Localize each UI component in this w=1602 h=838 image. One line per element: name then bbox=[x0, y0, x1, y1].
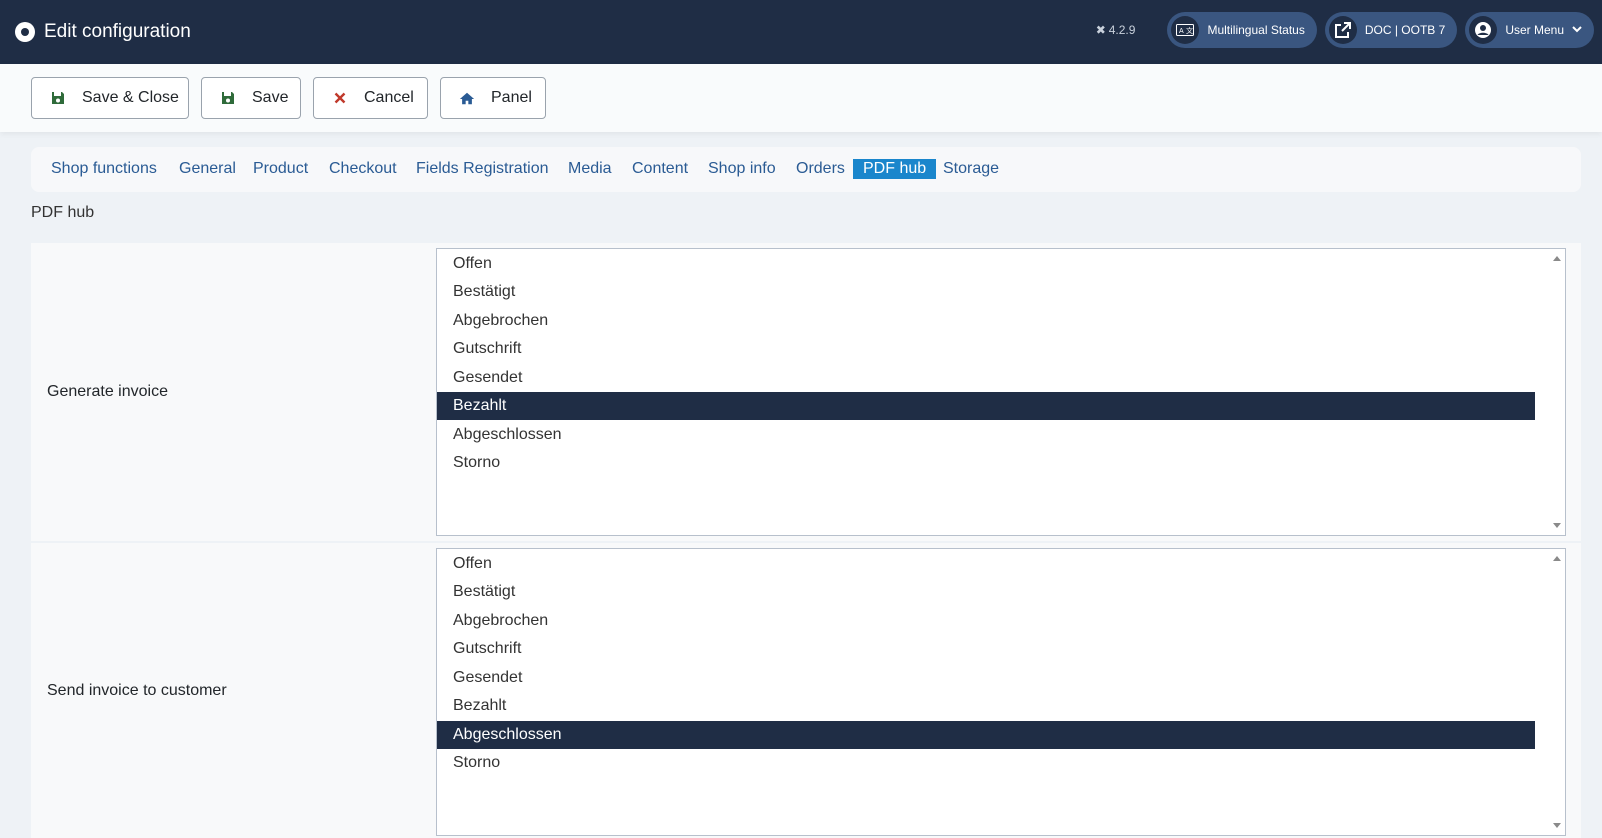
option-gutschrift[interactable]: Gutschrift bbox=[437, 635, 1535, 663]
external-link-icon bbox=[1328, 16, 1357, 44]
option-bestaetigt[interactable]: Bestätigt bbox=[437, 278, 1535, 306]
option-bezahlt[interactable]: Bezahlt bbox=[437, 692, 1535, 720]
listbox-scrollbar[interactable] bbox=[1548, 549, 1565, 835]
option-bestaetigt[interactable]: Bestätigt bbox=[437, 578, 1535, 606]
save-button[interactable]: Save bbox=[201, 77, 301, 119]
tab-general[interactable]: General bbox=[179, 159, 236, 179]
option-offen[interactable]: Offen bbox=[437, 550, 1535, 578]
close-icon bbox=[332, 92, 348, 104]
version-text: 4.2.9 bbox=[1108, 23, 1136, 37]
version-info: ✖ 4.2.9 bbox=[1096, 23, 1136, 37]
option-abgebrochen[interactable]: Abgebrochen bbox=[437, 307, 1535, 335]
option-abgebrochen[interactable]: Abgebrochen bbox=[437, 607, 1535, 635]
option-storno[interactable]: Storno bbox=[437, 449, 1535, 477]
field-label: Generate invoice bbox=[47, 383, 168, 400]
save-label: Save bbox=[252, 89, 289, 106]
save-icon bbox=[220, 91, 236, 105]
tab-checkout[interactable]: Checkout bbox=[329, 159, 397, 179]
tab-fields-registration[interactable]: Fields Registration bbox=[416, 159, 549, 179]
scroll-down-arrow-icon[interactable] bbox=[1553, 823, 1561, 828]
field-label: Send invoice to customer bbox=[47, 682, 227, 699]
app-header: Edit configuration ✖ 4.2.9 A文 Multilingu… bbox=[0, 0, 1602, 64]
tab-shop-info[interactable]: Shop info bbox=[708, 159, 776, 179]
tab-orders[interactable]: Orders bbox=[796, 159, 845, 179]
option-gesendet[interactable]: Gesendet bbox=[437, 664, 1535, 692]
joomla-logo-icon[interactable] bbox=[15, 22, 35, 42]
listbox-scrollbar[interactable] bbox=[1548, 249, 1565, 535]
config-tabs: Shop functions General Product Checkout … bbox=[31, 147, 1581, 192]
scroll-down-arrow-icon[interactable] bbox=[1553, 523, 1561, 528]
option-offen[interactable]: Offen bbox=[437, 250, 1535, 278]
cancel-label: Cancel bbox=[364, 89, 414, 106]
option-gesendet[interactable]: Gesendet bbox=[437, 364, 1535, 392]
doc-site-label: DOC | OOTB 7 bbox=[1364, 23, 1446, 37]
field-row-send-invoice: Send invoice to customer Offen Bestätigt… bbox=[31, 543, 1581, 838]
tab-shop-functions[interactable]: Shop functions bbox=[51, 159, 157, 179]
tab-product[interactable]: Product bbox=[253, 159, 308, 179]
option-bezahlt-selected[interactable]: Bezahlt bbox=[437, 392, 1535, 420]
save-close-button[interactable]: Save & Close bbox=[31, 77, 189, 119]
save-icon bbox=[50, 91, 66, 105]
tab-content[interactable]: Content bbox=[632, 159, 688, 179]
generate-invoice-select[interactable]: Offen Bestätigt Abgebrochen Gutschrift G… bbox=[436, 248, 1566, 536]
multilingual-status-label: Multilingual Status bbox=[1207, 23, 1305, 37]
tab-media[interactable]: Media bbox=[568, 159, 612, 179]
chevron-down-icon bbox=[1572, 24, 1582, 36]
option-abgeschlossen-selected[interactable]: Abgeschlossen bbox=[437, 721, 1535, 749]
tab-pdf-hub[interactable]: PDF hub bbox=[853, 159, 937, 179]
doc-site-button[interactable]: DOC | OOTB 7 bbox=[1324, 12, 1458, 48]
header-actions: ✖ 4.2.9 A文 Multilingual Status DOC | OOT… bbox=[1096, 12, 1594, 48]
svg-text:A: A bbox=[1179, 28, 1184, 35]
section-title: PDF hub bbox=[31, 204, 95, 221]
joomla-mark-icon: ✖ bbox=[1095, 23, 1106, 37]
scroll-up-arrow-icon[interactable] bbox=[1553, 556, 1561, 561]
home-icon bbox=[459, 91, 475, 106]
panel-label: Panel bbox=[491, 89, 532, 106]
language-icon: A文 bbox=[1171, 16, 1200, 44]
user-menu-button[interactable]: User Menu bbox=[1465, 12, 1594, 48]
user-menu-label: User Menu bbox=[1505, 23, 1564, 37]
multilingual-status-button[interactable]: A文 Multilingual Status bbox=[1167, 12, 1317, 48]
page-title: Edit configuration bbox=[44, 21, 191, 42]
user-icon bbox=[1469, 16, 1498, 44]
cancel-button[interactable]: Cancel bbox=[313, 77, 428, 119]
toolbar: Save & Close Save Cancel Panel bbox=[0, 64, 1602, 132]
option-gutschrift[interactable]: Gutschrift bbox=[437, 335, 1535, 363]
option-storno[interactable]: Storno bbox=[437, 749, 1535, 777]
save-close-label: Save & Close bbox=[82, 89, 179, 106]
option-abgeschlossen[interactable]: Abgeschlossen bbox=[437, 421, 1535, 449]
panel-button[interactable]: Panel bbox=[440, 77, 546, 119]
send-invoice-select[interactable]: Offen Bestätigt Abgebrochen Gutschrift G… bbox=[436, 548, 1566, 836]
svg-text:文: 文 bbox=[1186, 26, 1193, 35]
tab-storage[interactable]: Storage bbox=[943, 159, 999, 179]
scroll-up-arrow-icon[interactable] bbox=[1553, 256, 1561, 261]
field-row-generate-invoice: Generate invoice Offen Bestätigt Abgebro… bbox=[31, 243, 1581, 541]
